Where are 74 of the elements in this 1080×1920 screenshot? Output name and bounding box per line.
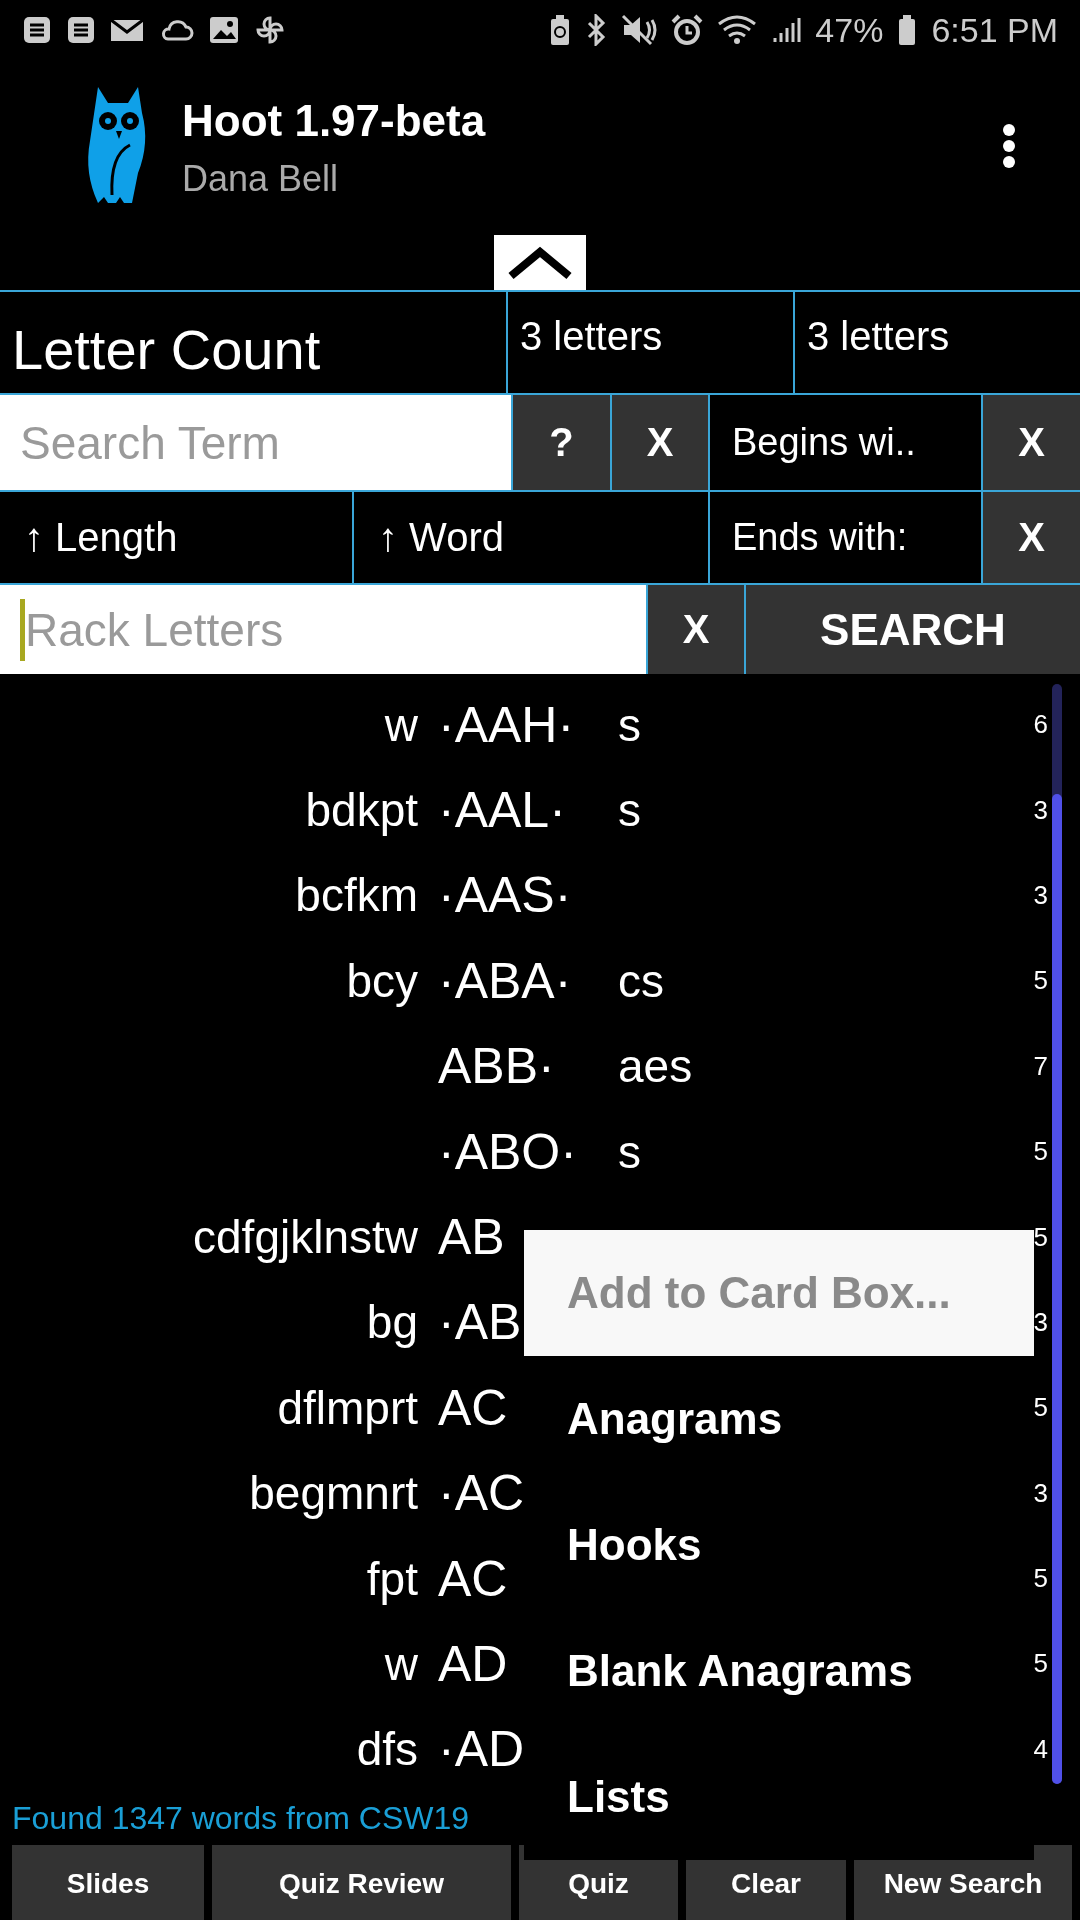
result-summary: Found 1347 words from CSW19 xyxy=(12,1800,470,1837)
word[interactable]: ·ABA· xyxy=(438,952,572,1009)
anagram-count: 7 xyxy=(1033,1050,1048,1081)
front-hooks: fpt xyxy=(366,1552,418,1605)
battery-saver-icon xyxy=(549,14,572,46)
anagram-count: 3 xyxy=(1033,1477,1048,1508)
menu-item[interactable]: Blank Anagrams xyxy=(524,1608,1034,1734)
notes-icon xyxy=(66,15,96,45)
front-hooks: bg xyxy=(366,1296,418,1349)
x-button[interactable]: X xyxy=(983,395,1080,490)
search-button[interactable]: SEARCH xyxy=(746,585,1080,674)
x-button[interactable]: X xyxy=(612,395,710,490)
app-title: Hoot 1.97-beta xyxy=(182,95,487,146)
app-subtitle: Dana Bell xyxy=(182,157,340,200)
anagram-count: 5 xyxy=(1033,1221,1048,1252)
menu-icon[interactable] xyxy=(1002,122,1016,169)
battery-percent: 47% xyxy=(815,10,884,50)
bottom-button[interactable]: Quiz Review xyxy=(212,1845,511,1920)
anagram-count: 5 xyxy=(1033,1648,1048,1679)
front-hooks: w xyxy=(384,1638,418,1690)
x-button[interactable]: X xyxy=(648,585,746,674)
word[interactable]: ·AAH· xyxy=(438,696,575,753)
back-hooks: cs xyxy=(618,954,664,1007)
bluetooth-icon xyxy=(585,14,608,46)
word[interactable]: ·AD xyxy=(438,1721,525,1778)
rack-letters-field[interactable]: Rack Letters xyxy=(0,585,648,674)
word[interactable]: AD xyxy=(438,1636,508,1692)
back-hooks: s xyxy=(618,698,641,751)
search-term-input[interactable]: Search Term xyxy=(20,415,511,470)
wifi-icon xyxy=(717,14,758,46)
front-hooks: begmnrt xyxy=(249,1467,418,1520)
back-hooks: s xyxy=(618,1125,641,1178)
x-button[interactable]: X xyxy=(983,492,1080,583)
rack-letters-input[interactable]: Rack Letters xyxy=(25,602,646,657)
front-hooks: dflmprt xyxy=(277,1381,418,1434)
anagram-count: 5 xyxy=(1033,965,1048,996)
word[interactable]: ·AAL· xyxy=(438,782,566,839)
word[interactable]: AC xyxy=(438,1379,508,1436)
pinwheel-icon xyxy=(254,14,286,46)
bottom-button[interactable]: Slides xyxy=(12,1845,204,1920)
anagram-count: 4 xyxy=(1033,1733,1048,1764)
front-hooks: bcfkm xyxy=(295,869,418,922)
anagram-count: 5 xyxy=(1033,1392,1048,1423)
word[interactable]: ·AB xyxy=(438,1294,522,1351)
mute-icon xyxy=(621,14,658,46)
front-hooks: dfs xyxy=(356,1723,418,1776)
word[interactable]: AC xyxy=(438,1550,508,1607)
menu-item[interactable]: Anagrams xyxy=(524,1356,1034,1482)
back-hooks: aes xyxy=(618,1040,693,1093)
word[interactable]: ·AC xyxy=(438,1465,525,1522)
image-icon xyxy=(208,15,240,45)
clock: 6:51 PM xyxy=(931,10,1058,50)
word[interactable]: AB xyxy=(438,1209,505,1266)
word[interactable]: ABB· xyxy=(438,1038,555,1095)
word[interactable]: ·AAS· xyxy=(438,867,572,924)
help-button[interactable]: ? xyxy=(513,395,612,490)
anagram-count: 5 xyxy=(1033,1136,1048,1167)
front-hooks: cdfgjklnstw xyxy=(193,1211,418,1264)
front-hooks: bdkpt xyxy=(305,784,418,837)
anagram-count: 5 xyxy=(1033,1563,1048,1594)
alarm-icon xyxy=(671,14,704,46)
collapse-button[interactable] xyxy=(494,235,586,290)
front-hooks: w xyxy=(384,698,418,751)
back-hooks: s xyxy=(618,784,641,837)
battery-icon xyxy=(897,14,918,46)
anagram-count: 3 xyxy=(1033,794,1048,825)
menu-item[interactable]: Hooks xyxy=(524,1482,1034,1608)
notes-icon xyxy=(22,15,52,45)
anagram-count: 3 xyxy=(1033,879,1048,910)
front-hooks: bcy xyxy=(346,954,418,1007)
anagram-count: 6 xyxy=(1033,709,1048,740)
anagram-count: 3 xyxy=(1033,1306,1048,1337)
word[interactable]: ·ABO· xyxy=(438,1123,577,1180)
search-term-field[interactable]: Search Term xyxy=(0,395,513,490)
